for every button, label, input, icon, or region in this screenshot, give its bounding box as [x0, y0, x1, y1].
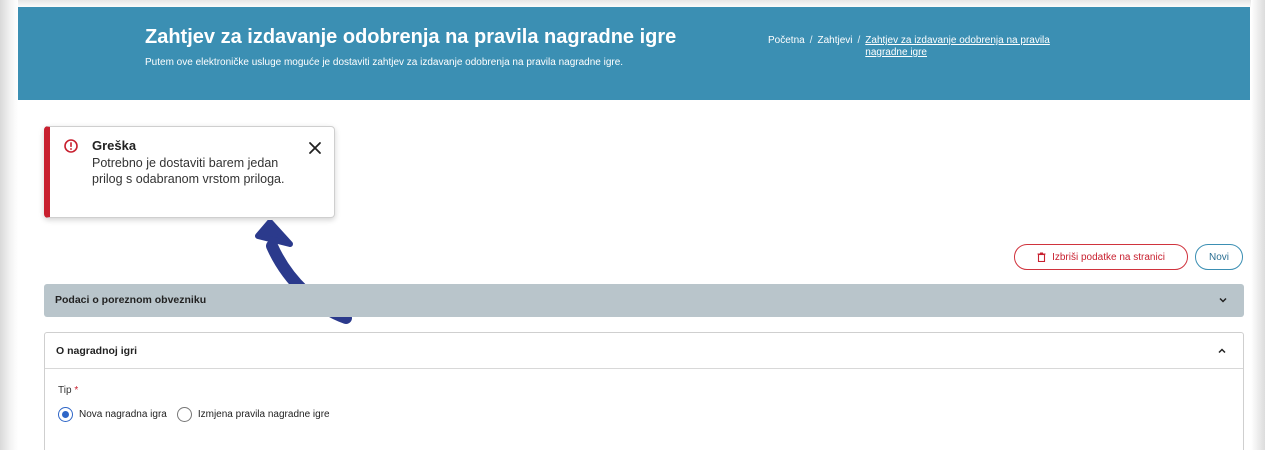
new-button-label: Novi	[1208, 251, 1229, 263]
type-field-label: Tip *	[58, 385, 78, 396]
toast-message: Potrebno je dostaviti barem jedan prilog…	[92, 156, 285, 186]
error-circle-icon	[64, 139, 78, 153]
browser-viewport: Zahtjev za izdavanje odobrenja na pravil…	[0, 0, 1265, 450]
breadcrumb-separator: /	[809, 35, 813, 46]
new-button[interactable]: Novi	[1195, 244, 1243, 270]
toast-title: Greška	[92, 138, 137, 153]
annotation-arrow-icon	[255, 220, 352, 324]
type-label-text: Tip	[58, 385, 72, 396]
breadcrumb-requests[interactable]: Zahtjevi	[817, 35, 852, 46]
trash-icon	[1037, 252, 1046, 262]
chevron-up-icon	[1218, 348, 1226, 354]
frame-shadow	[1251, 0, 1265, 450]
page-title: Zahtjev za izdavanje odobrenja na pravil…	[145, 26, 677, 48]
accordion-title: Podaci o poreznom obvezniku	[55, 294, 207, 306]
page-subtitle: Putem ove elektroničke usluge moguće je …	[145, 57, 624, 68]
required-marker: *	[74, 385, 79, 396]
breadcrumb-home[interactable]: Početna	[768, 35, 805, 46]
radio-label[interactable]: Izmjena pravila nagradne igre	[198, 409, 330, 420]
frame-shadow	[0, 0, 18, 450]
breadcrumb-current[interactable]: Zahtjev za izdavanje odobrenja na pravil…	[865, 35, 1085, 59]
delete-page-data-button[interactable]: Izbriši podatke na stranici	[1014, 244, 1188, 270]
radio-label[interactable]: Nova nagradna igra	[79, 409, 167, 420]
breadcrumb-separator: /	[857, 35, 861, 46]
close-icon[interactable]	[308, 141, 322, 155]
radio-rule-change[interactable]	[176, 407, 192, 422]
accordion-header[interactable]: O nagradnoj igri	[45, 333, 1243, 369]
accordion-title: O nagradnoj igri	[56, 345, 138, 357]
page-header: Zahtjev za izdavanje odobrenja na pravil…	[18, 7, 1250, 100]
accordion-prize-game: O nagradnoj igri Tip * Nova nagradna igr…	[44, 332, 1244, 450]
delete-button-label: Izbriši podatke na stranici	[1052, 251, 1165, 263]
accordion-taxpayer-data[interactable]: Podaci o poreznom obvezniku	[44, 284, 1244, 317]
error-toast: Greška Potrebno je dostaviti barem jedan…	[44, 126, 335, 218]
radio-new-game[interactable]	[58, 407, 73, 422]
chevron-down-icon	[1219, 297, 1227, 303]
type-radio-group: Nova nagradna igra Izmjena pravila nagra…	[58, 407, 340, 422]
breadcrumb: Početna / Zahtjevi / Zahtjev za izdavanje od…	[768, 35, 1128, 59]
